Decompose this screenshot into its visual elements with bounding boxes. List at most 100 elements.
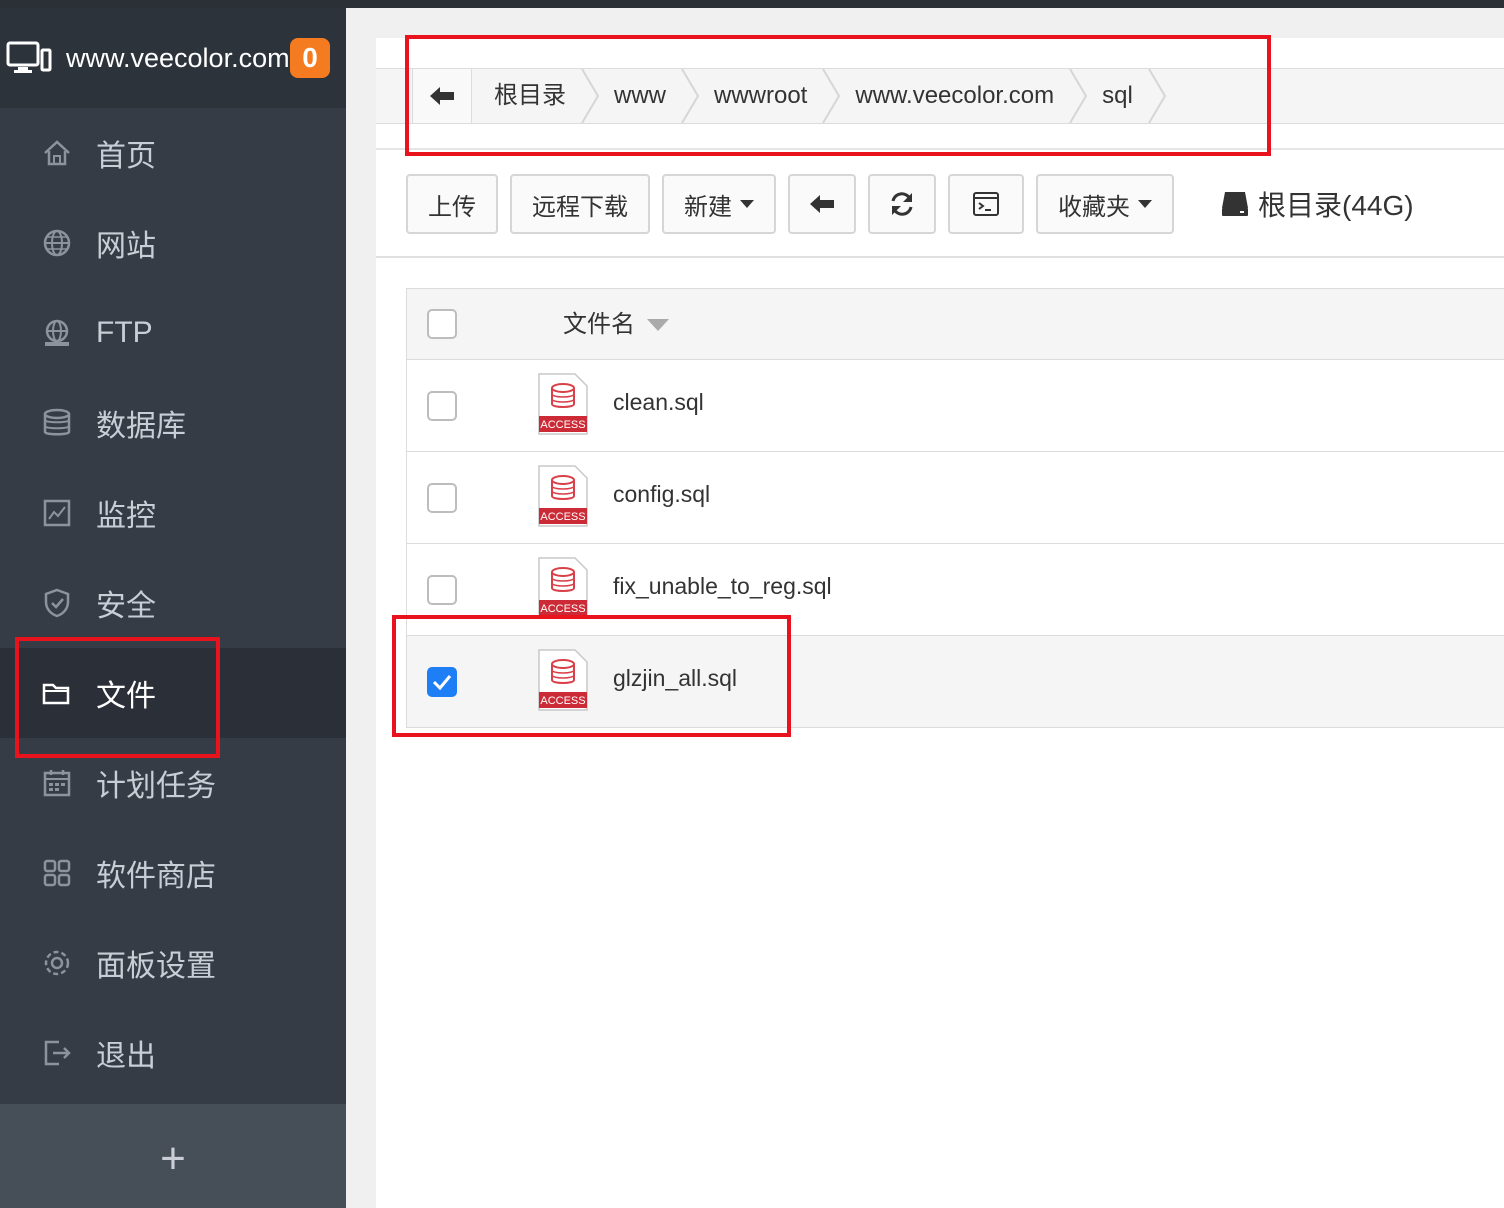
disk-label: 根目录(44G) [1258, 190, 1414, 221]
sidebar-item-files[interactable]: 文件 [0, 648, 346, 738]
caret-down-icon [1138, 200, 1152, 208]
sql-file-icon: ACCESS [538, 557, 588, 619]
sidebar-item-label: 数据库 [96, 410, 186, 443]
site-name: www.veecolor.com [66, 42, 290, 73]
sidebar-item-label: 安全 [96, 590, 156, 623]
breadcrumb-item[interactable]: wwwroot [692, 68, 841, 124]
breadcrumb-item[interactable]: sql [1080, 68, 1166, 124]
row-checkbox[interactable] [427, 483, 457, 513]
file-table: 文件名 ACCESS clean.sql ACCESS config.sql A… [406, 288, 1504, 728]
calendar-icon [40, 766, 74, 800]
home-icon [40, 136, 74, 170]
sidebar-brand[interactable]: www.veecolor.com 0 [0, 8, 346, 108]
breadcrumb: 根目录 www wwwroot www.veecolor.com sql [376, 68, 1504, 124]
sidebar-item-label: 计划任务 [96, 770, 216, 803]
divider [376, 148, 1504, 150]
sidebar: www.veecolor.com 0 首页 网站 FTP 数据库 监控 安全 文… [0, 8, 346, 1208]
sidebar-item-label: 退出 [96, 1040, 156, 1073]
sql-file-icon: ACCESS [538, 649, 588, 711]
apps-grid-icon [40, 856, 74, 890]
table-row[interactable]: ACCESS config.sql [406, 452, 1504, 544]
terminal-button[interactable] [948, 174, 1024, 234]
sql-file-icon: ACCESS [538, 465, 588, 527]
caret-down-icon [740, 200, 754, 208]
refresh-icon [891, 192, 913, 216]
checkmark-icon [432, 675, 452, 691]
terminal-icon [973, 192, 999, 216]
upload-button[interactable]: 上传 [406, 174, 498, 234]
sidebar-item-app-store[interactable]: 软件商店 [0, 828, 346, 918]
sidebar-item-cron[interactable]: 计划任务 [0, 738, 346, 828]
database-icon [40, 406, 74, 440]
sort-down-icon [647, 319, 669, 331]
sql-file-icon: ACCESS [538, 373, 588, 435]
breadcrumb-label: 根目录 [494, 82, 566, 109]
sidebar-item-website[interactable]: 网站 [0, 198, 346, 288]
table-header: 文件名 [406, 288, 1504, 360]
sidebar-item-monitor[interactable]: 监控 [0, 468, 346, 558]
sidebar-item-panel-settings[interactable]: 面板设置 [0, 918, 346, 1008]
file-name[interactable]: clean.sql [613, 360, 704, 452]
back-button[interactable] [788, 174, 856, 234]
file-icon-label: ACCESS [540, 695, 585, 707]
column-header-label: 文件名 [563, 311, 635, 338]
favorites-dropdown-button[interactable]: 收藏夹 [1036, 174, 1174, 234]
sidebar-item-label: 文件 [96, 680, 156, 713]
chevron-right-icon [1147, 68, 1169, 124]
folder-icon [40, 676, 74, 710]
notification-badge[interactable]: 0 [290, 38, 330, 78]
sidebar-item-label: 面板设置 [96, 950, 216, 983]
filename-column-header[interactable]: 文件名 [563, 289, 669, 361]
breadcrumb-item[interactable]: www [592, 68, 700, 124]
sidebar-item-label: FTP [96, 316, 153, 349]
table-row[interactable]: ACCESS clean.sql [406, 360, 1504, 452]
file-name[interactable]: glzjin_all.sql [613, 636, 737, 728]
sidebar-item-label: 网站 [96, 230, 156, 263]
sidebar-add-button[interactable]: + [0, 1104, 346, 1208]
hard-drive-icon [1222, 192, 1248, 216]
file-name[interactable]: fix_unable_to_reg.sql [613, 544, 832, 636]
sidebar-item-logout[interactable]: 退出 [0, 1008, 346, 1098]
file-manager-panel: 根目录 www wwwroot www.veecolor.com sql 上传 … [376, 38, 1504, 1208]
row-checkbox[interactable] [427, 391, 457, 421]
file-icon-label: ACCESS [540, 603, 585, 615]
table-row[interactable]: ACCESS glzjin_all.sql [406, 636, 1504, 728]
window-top-bar [0, 0, 1504, 8]
logout-icon [40, 1036, 74, 1070]
remote-download-button[interactable]: 远程下载 [510, 174, 650, 234]
monitor-chart-icon [40, 496, 74, 530]
breadcrumb-label: www [614, 82, 666, 109]
arrow-left-icon [430, 87, 454, 105]
file-icon-label: ACCESS [540, 511, 585, 523]
new-dropdown-button[interactable]: 新建 [662, 174, 776, 234]
favorites-button-label: 收藏夹 [1058, 193, 1130, 221]
sidebar-item-home[interactable]: 首页 [0, 108, 346, 198]
row-checkbox[interactable] [427, 575, 457, 605]
breadcrumb-item[interactable]: 根目录 [472, 68, 600, 124]
row-checkbox-checked[interactable] [427, 667, 457, 697]
breadcrumb-label: wwwroot [714, 82, 808, 109]
sidebar-nav: 首页 网站 FTP 数据库 监控 安全 文件 计划任务 软件商店 面板设置 退出 [0, 108, 346, 1098]
divider [376, 256, 1504, 258]
sidebar-item-ftp[interactable]: FTP [0, 288, 346, 378]
breadcrumb-label: www.veecolor.com [855, 82, 1055, 109]
breadcrumb-item[interactable]: www.veecolor.com [833, 68, 1088, 124]
file-icon-label: ACCESS [540, 419, 585, 431]
ftp-icon [40, 316, 74, 350]
sidebar-item-label: 监控 [96, 500, 156, 533]
sidebar-item-label: 软件商店 [96, 860, 216, 893]
sidebar-item-label: 首页 [96, 140, 156, 173]
breadcrumb-label: sql [1102, 82, 1133, 109]
new-button-label: 新建 [684, 193, 732, 221]
sidebar-item-database[interactable]: 数据库 [0, 378, 346, 468]
toolbar: 上传 远程下载 新建 收藏夹 [406, 174, 1186, 234]
disk-selector[interactable]: 根目录(44G) [1220, 184, 1414, 224]
sidebar-item-security[interactable]: 安全 [0, 558, 346, 648]
arrow-left-icon [810, 195, 834, 213]
breadcrumb-back-button[interactable] [412, 69, 472, 123]
table-row[interactable]: ACCESS fix_unable_to_reg.sql [406, 544, 1504, 636]
refresh-button[interactable] [868, 174, 936, 234]
file-name[interactable]: config.sql [613, 452, 710, 544]
select-all-checkbox[interactable] [427, 309, 457, 339]
monitor-icon [6, 41, 52, 73]
